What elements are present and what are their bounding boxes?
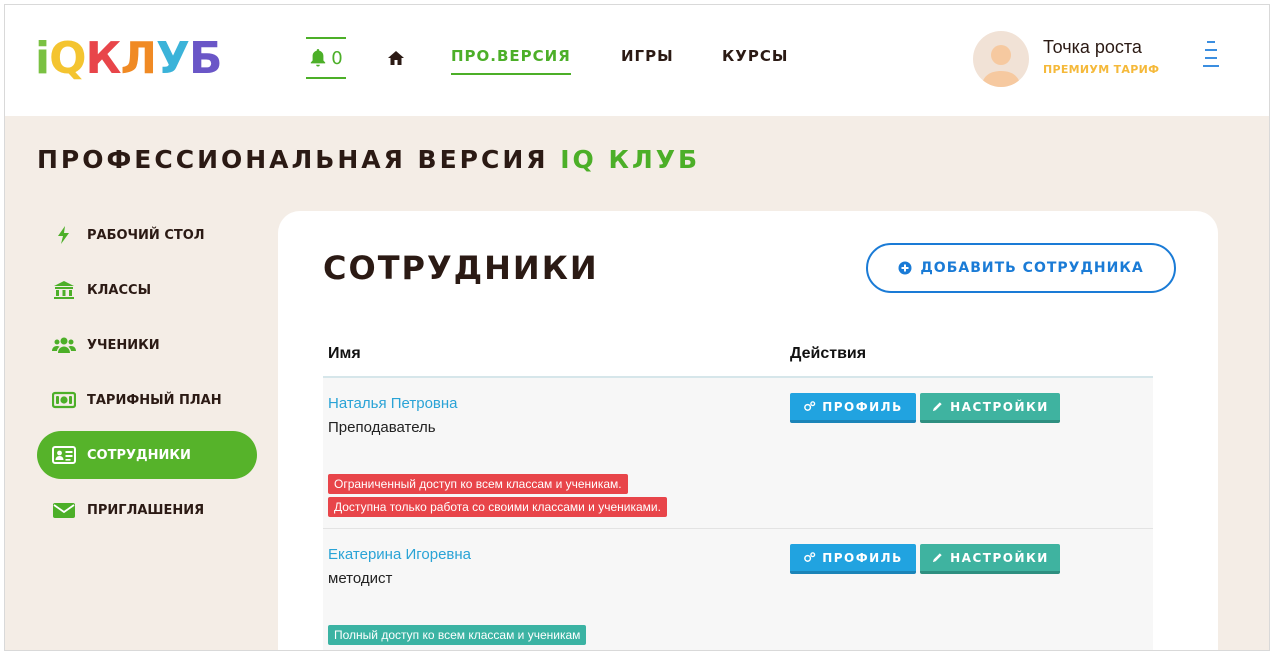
notifications-button[interactable]: 0 [306,37,346,79]
settings-label: НАСТРОЙКИ [950,550,1049,565]
settings-button[interactable]: НАСТРОЙКИ [920,393,1060,423]
envelope-icon [51,500,77,520]
bolt-icon [51,225,77,245]
money-icon [51,390,77,410]
sidebar-item-label: ПРИГЛАШЕНИЯ [87,502,205,518]
menu-line [1207,41,1215,43]
menu-line [1205,57,1217,59]
page-title: ПРОФЕССИОНАЛЬНАЯ ВЕРСИЯ IQ КЛУБ [37,145,700,174]
nav-games[interactable]: ИГРЫ [621,47,674,65]
user-avatar-icon [981,45,1021,87]
sidebar-item-students[interactable]: УЧЕНИКИ [37,321,257,369]
access-badge: Полный доступ ко всем классам и ученикам [328,625,587,645]
employee-name-link[interactable]: Екатерина Игоревна [328,546,471,563]
sidebar-item-label: ТАРИФНЫЙ ПЛАН [87,392,222,408]
table-row: Екатерина Игоревна методист Полный досту… [323,529,1153,650]
logo[interactable]: i Q К Л У Б [35,35,222,83]
notifications-count: 0 [331,47,343,69]
logo-letter: К [85,33,122,84]
staff-card: СОТРУДНИКИ ДОБАВИТЬ СОТРУДНИКА Имя Дейст… [278,211,1218,650]
profile-label: ПРОФИЛЬ [822,550,903,565]
home-icon [388,51,404,65]
profile-button[interactable]: ПРОФИЛЬ [790,544,916,574]
user-plan[interactable]: ПРЕМИУМ ТАРИФ [1043,63,1159,76]
add-employee-button[interactable]: ДОБАВИТЬ СОТРУДНИКА [866,243,1176,293]
employee-role: Преподаватель [328,419,436,436]
id-card-icon [51,445,77,465]
access-badge: Доступна только работа со своими классам… [328,497,667,517]
profile-label: ПРОФИЛЬ [822,399,903,414]
pencil-icon [932,553,942,563]
top-header: i Q К Л У Б 0 ПРО.ВЕРСИЯ ИГРЫ КУРСЫ Точк… [5,5,1269,116]
column-header-name: Имя [328,345,361,362]
page-title-accent: IQ КЛУБ [560,145,701,174]
column-header-actions: Действия [790,345,867,362]
logo-letter: Б [188,33,223,84]
employee-role: методист [328,570,393,587]
sidebar-item-label: УЧЕНИКИ [87,337,160,353]
sidebar-item-tariff[interactable]: ТАРИФНЫЙ ПЛАН [37,376,257,424]
sidebar-item-dashboard[interactable]: РАБОЧИЙ СТОЛ [37,211,257,259]
plus-circle-icon [898,261,912,275]
employee-name-link[interactable]: Наталья Петровна [328,395,458,412]
logo-letter: Л [120,33,157,84]
logo-letter: У [156,33,190,84]
user-name[interactable]: Точка роста [1043,37,1142,58]
table-row: Наталья Петровна Преподаватель Ограничен… [323,378,1153,528]
logo-letter: Q [49,33,86,84]
nav-home[interactable] [387,49,405,67]
settings-label: НАСТРОЙКИ [950,399,1049,414]
avatar[interactable] [973,31,1029,87]
gears-icon [804,552,816,562]
sidebar-item-label: СОТРУДНИКИ [87,447,191,463]
app-frame: i Q К Л У Б 0 ПРО.ВЕРСИЯ ИГРЫ КУРСЫ Точк… [4,4,1270,651]
access-badge: Ограниченный доступ ко всем классам и уч… [328,474,628,494]
bell-icon [311,49,326,67]
institution-icon [51,280,77,300]
add-employee-label: ДОБАВИТЬ СОТРУДНИКА [920,260,1144,276]
logo-letter: i [35,33,50,84]
nav-pro-version[interactable]: ПРО.ВЕРСИЯ [451,47,571,75]
menu-line [1205,49,1217,51]
menu-line [1203,65,1219,67]
pencil-icon [932,402,942,412]
page-title-main: ПРОФЕССИОНАЛЬНАЯ ВЕРСИЯ [37,145,549,174]
sidebar-item-invitations[interactable]: ПРИГЛАШЕНИЯ [37,486,257,534]
profile-button[interactable]: ПРОФИЛЬ [790,393,916,423]
sidebar-item-label: РАБОЧИЙ СТОЛ [87,227,205,243]
section-title: СОТРУДНИКИ [323,249,599,287]
sidebar-item-staff[interactable]: СОТРУДНИКИ [37,431,257,479]
settings-button[interactable]: НАСТРОЙКИ [920,544,1060,574]
gears-icon [804,401,816,411]
sidebar-item-classes[interactable]: КЛАССЫ [37,266,257,314]
nav-courses[interactable]: КУРСЫ [722,47,788,65]
sidebar-item-label: КЛАССЫ [87,282,152,298]
users-icon [51,335,77,355]
menu-icon[interactable] [1203,41,1219,75]
